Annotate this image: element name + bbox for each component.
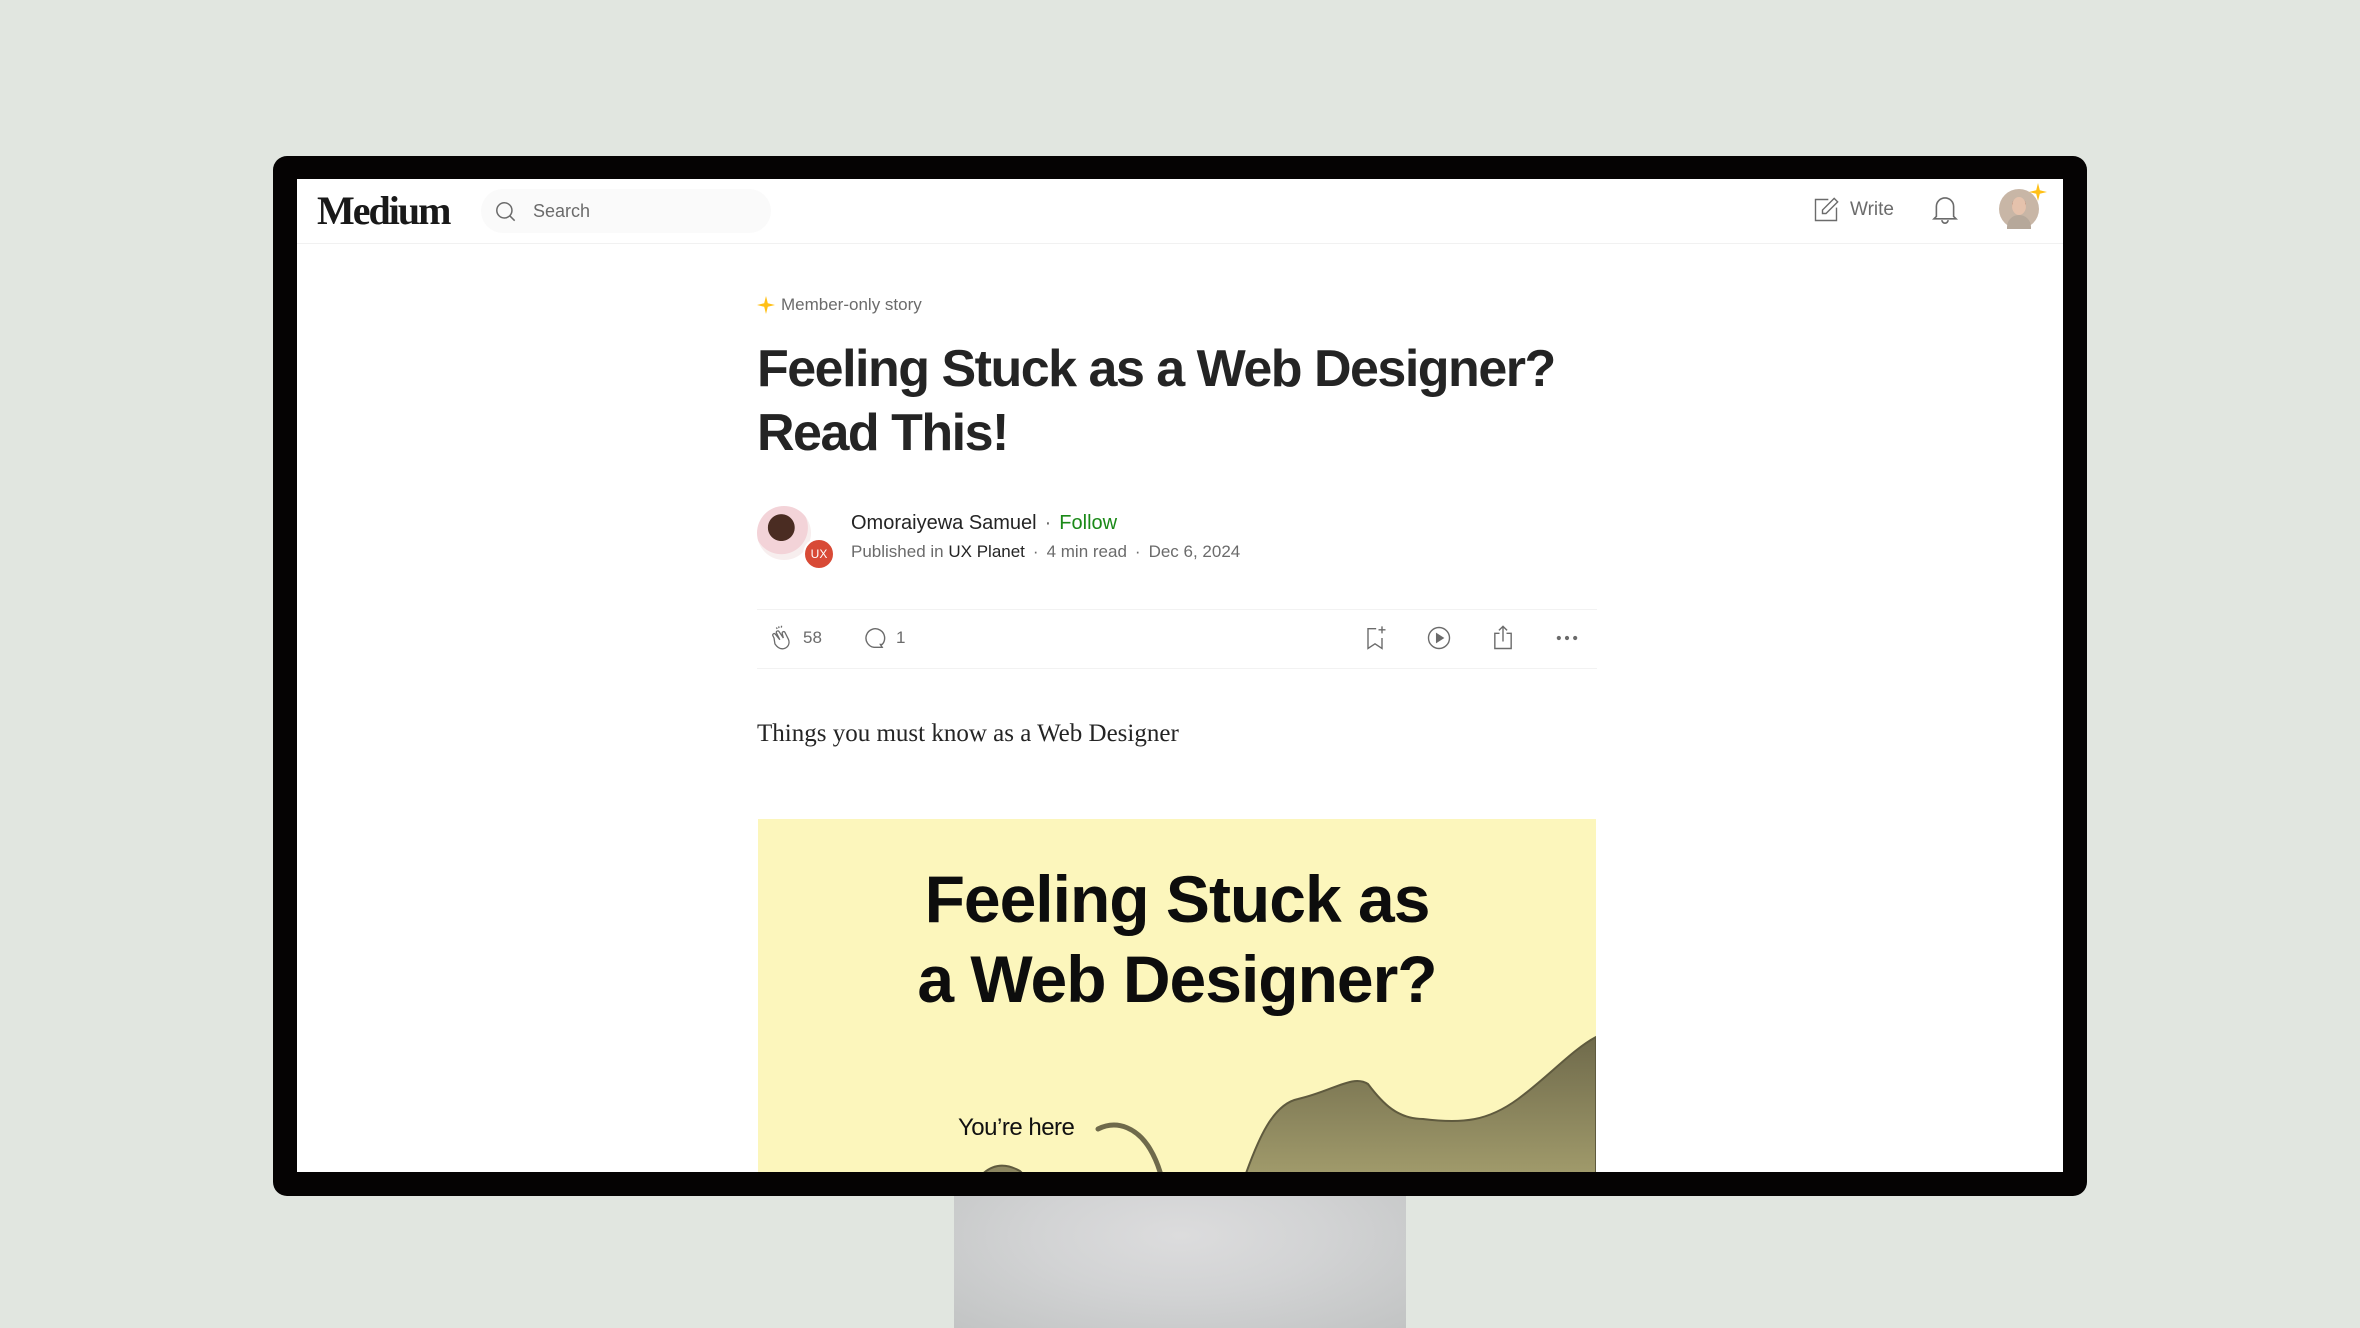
hero-headline: Feeling Stuck as a Web Designer? bbox=[758, 859, 1596, 1019]
clap-icon bbox=[772, 625, 790, 650]
article-action-bar: 58 1 bbox=[757, 609, 1597, 669]
share-icon bbox=[1494, 625, 1512, 650]
publication-badge[interactable]: UX bbox=[803, 538, 835, 570]
responses-button[interactable]: 1 bbox=[860, 624, 905, 652]
avatar-body bbox=[2007, 215, 2031, 229]
member-only-badge: Member-only story bbox=[757, 295, 922, 315]
mountain-shape bbox=[1245, 1035, 1596, 1172]
separator-dot: · bbox=[1044, 512, 1052, 534]
write-label: Write bbox=[1850, 199, 1894, 220]
separator-dot: · bbox=[1032, 542, 1039, 561]
article-title: Feeling Stuck as a Web Designer? Read Th… bbox=[757, 340, 1556, 462]
read-time: 4 min read bbox=[1046, 542, 1127, 561]
article-subtitle: Things you must know as a Web Designer bbox=[757, 720, 1179, 747]
comment-icon bbox=[865, 628, 886, 649]
you-are-here-label: You’re here bbox=[958, 1114, 1075, 1141]
medium-logo[interactable]: Medium bbox=[317, 187, 451, 234]
search-placeholder: Search bbox=[533, 201, 591, 221]
member-star-icon bbox=[757, 296, 775, 314]
browser-screen: Medium Search Write Member-only story Fe… bbox=[297, 179, 2063, 1172]
user-avatar[interactable] bbox=[1999, 183, 2047, 229]
hero-image: Feeling Stuck as a Web Designer? You’re … bbox=[758, 819, 1596, 1172]
avatar-face bbox=[2012, 197, 2026, 215]
share-button[interactable] bbox=[1489, 624, 1517, 652]
member-only-label: Member-only story bbox=[781, 295, 922, 314]
listen-button[interactable] bbox=[1425, 624, 1453, 652]
search-input[interactable]: Search bbox=[481, 189, 771, 233]
published-prefix: Published in bbox=[851, 542, 944, 561]
member-star-icon bbox=[2029, 183, 2047, 201]
clap-button[interactable]: 58 bbox=[767, 624, 822, 652]
write-button[interactable]: Write bbox=[1812, 193, 1894, 227]
top-navigation: Medium Search Write bbox=[297, 179, 2063, 244]
monitor-stand bbox=[954, 1196, 1406, 1328]
more-icon bbox=[1556, 635, 1578, 641]
more-options-button[interactable] bbox=[1553, 624, 1581, 652]
play-icon bbox=[1427, 626, 1451, 650]
search-icon bbox=[496, 202, 516, 222]
author-name[interactable]: Omoraiyewa Samuel bbox=[851, 512, 1037, 534]
follow-button[interactable]: Follow bbox=[1059, 512, 1117, 534]
small-hill-shape bbox=[983, 1164, 1023, 1172]
hero-headline-line1: Feeling Stuck as bbox=[924, 862, 1431, 936]
clap-count: 58 bbox=[803, 628, 822, 647]
article-meta: Published in UX Planet · 4 min read · Dec 6,… bbox=[851, 542, 1240, 562]
response-count: 1 bbox=[896, 628, 906, 647]
save-button[interactable] bbox=[1361, 624, 1389, 652]
separator-dot: · bbox=[1134, 542, 1141, 561]
author-byline: UX Omoraiyewa Samuel · Follow Published in… bbox=[757, 506, 1357, 570]
publication-link[interactable]: UX Planet bbox=[948, 542, 1025, 561]
author-line: Omoraiyewa Samuel · Follow bbox=[851, 512, 1117, 535]
bell-icon[interactable] bbox=[1930, 193, 1960, 225]
write-icon bbox=[1814, 197, 1839, 222]
arrow-curve bbox=[1095, 1122, 1163, 1172]
publish-date: Dec 6, 2024 bbox=[1148, 542, 1241, 561]
bookmark-add-icon bbox=[1367, 626, 1386, 650]
hero-headline-line2: a Web Designer? bbox=[917, 942, 1437, 1016]
